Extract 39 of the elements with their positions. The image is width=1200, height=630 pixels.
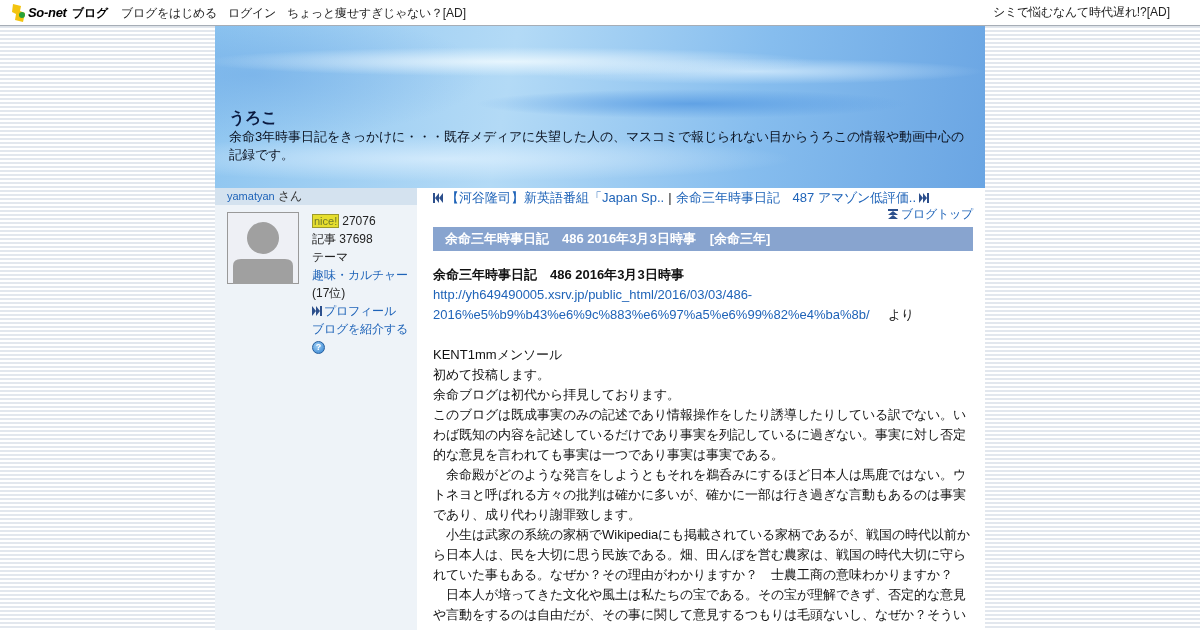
post-paragraph: 小生は武家の系統の家柄でWikipediaにも掲載されている家柄であるが、戦国の時代以前から日本人は、民を大切に思う民族である。畑、田んぼを営む農家は、戦国の時代大切に守られていた事もある。なぜか？その理由がわかりますか？ 士農工商の意味わかりますか？	[433, 526, 972, 584]
previous-post-link[interactable]: 【河谷隆司】新英語番組「Japan Sp..	[446, 189, 665, 206]
share-blog-link[interactable]: ブログを紹介する	[312, 322, 408, 336]
ad-link[interactable]: シミで悩むなんて時代遅れ!?[AD]	[992, 3, 1170, 21]
user-link[interactable]: yamatyan	[227, 190, 275, 202]
blog-title: うろこ	[229, 108, 278, 128]
top-nav-link[interactable]: ちょっと痩せすぎじゃない？[AD]	[286, 3, 466, 22]
skip-back-icon[interactable]	[433, 192, 443, 203]
top-nav-link[interactable]: ブログをはじめる	[120, 3, 217, 22]
post-title: 余命三年時事日記 486 2016年3月3日時事	[445, 231, 696, 246]
skip-forward-icon[interactable]	[919, 192, 930, 203]
post-category: [余命三年]	[709, 231, 771, 246]
post-paragraph: 余命ブログは初代から拝見しております。	[433, 386, 681, 404]
to-top-icon	[888, 209, 898, 219]
blog-top-link[interactable]: ブログトップ	[901, 207, 973, 221]
logo-icon	[12, 3, 26, 22]
post-paragraph: KENT1mmメンソール	[433, 346, 563, 364]
user-suffix: さん	[277, 189, 302, 203]
post-paragraph: 日本人が培ってきた文化や風土は私たちの宝である。その宝が理解できず、否定的な意見や言動をするのは自由だが、その事に関して意見するつもりは毛頭ないし、なぜか？そうい	[433, 586, 967, 624]
avatar-icon	[227, 212, 299, 284]
nice-count: 27076	[342, 214, 376, 228]
article-count: 記事 37698	[312, 232, 373, 246]
post-paragraph: このブログは既成事実のみの記述であり情報操作をしたり誘導したりしている訳でない。いわば既知の内容を記述しているだけであり事実を列記しているに過ぎない。事実に対し否定的な意見を言われても事実は一つであり事実は事実である。	[433, 406, 967, 464]
blog-description: 余命3年時事日記をきっかけに・・・既存メディアに失望した人の、マスコミで報じられない目からうろこの情報や動画中心の記録です。	[229, 128, 966, 164]
skip-forward-icon	[312, 306, 322, 316]
next-post-link[interactable]: 余命三年時事日記 487 アマゾン低評価..	[675, 189, 917, 206]
nice-badge: nice!	[312, 214, 340, 228]
profile-link[interactable]: プロフィール	[324, 302, 396, 320]
nav-separator: |	[668, 189, 672, 206]
post-paragraph: 初めて投稿します。	[433, 366, 551, 384]
post-paragraph: 余命殿がどのような発言をしようともそれを鵜呑みにするほど日本人は馬鹿ではない。ウトネヨと呼ばれる方々の批判は確かに多いが、確かに一部は行き過ぎな言動もあるのは事実であり、成り代わり謝罪致します。	[433, 466, 967, 524]
source-suffix: より	[888, 307, 914, 322]
source-link[interactable]: http://yh649490005.xsrv.jp/public_html/2016/03/03/486-2016%e5%b9%b43%e6%9c%883%e6%97%a5%e6%99%82%e4%ba%8b/	[433, 285, 878, 325]
post-heading: 余命三年時事日記 486 2016年3月3日時事	[433, 266, 685, 284]
theme-label: テーマ	[312, 250, 348, 264]
theme-rank: (17位)	[312, 286, 346, 300]
logo-link[interactable]: So-net ブログ	[12, 2, 108, 23]
theme-link[interactable]: 趣味・カルチャー	[312, 268, 408, 282]
top-nav-link[interactable]: ログイン	[227, 3, 276, 22]
